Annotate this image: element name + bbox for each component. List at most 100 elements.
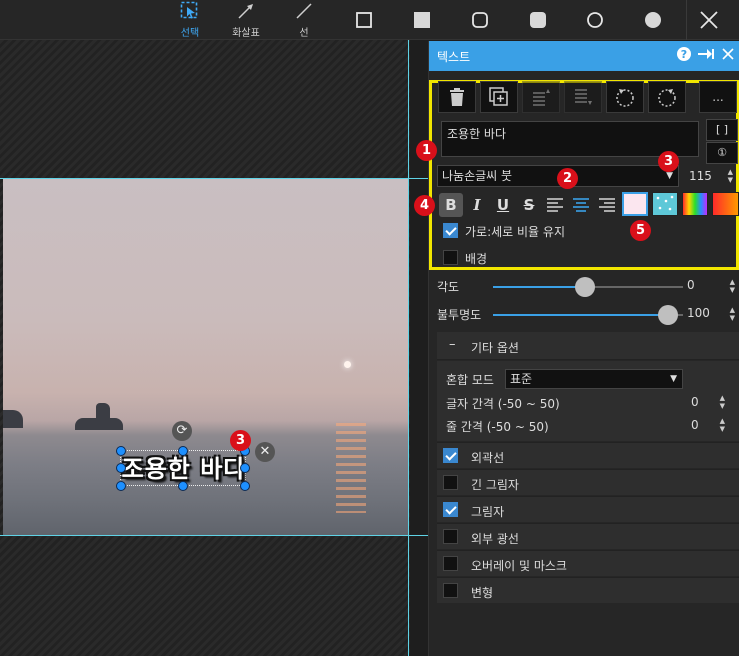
select-icon <box>180 1 198 19</box>
line-icon <box>296 3 312 19</box>
callout-badge: 2 <box>557 168 578 189</box>
tool-rounded-rectangle[interactable] <box>468 0 492 40</box>
tool-filled-rounded-rectangle[interactable] <box>526 0 550 40</box>
angle-value[interactable]: 0 <box>687 278 695 292</box>
send-backward-button[interactable] <box>564 81 602 113</box>
guide-line-right <box>408 40 409 656</box>
align-center-icon <box>573 198 589 212</box>
resize-handle[interactable] <box>178 481 188 491</box>
shadow-label: 그림자 <box>471 505 505 519</box>
angle-slider-fill <box>493 286 586 288</box>
orange-gradient-swatch[interactable] <box>712 192 739 216</box>
tool-line[interactable]: 선 <box>286 0 322 40</box>
overlay-mask-label: 오버레이 및 마스크 <box>471 559 567 573</box>
strikethrough-button[interactable]: S <box>517 193 541 217</box>
option-row-outline[interactable]: 외곽선 <box>437 442 739 468</box>
tool-ellipse[interactable] <box>583 0 607 40</box>
close-icon[interactable] <box>717 48 739 64</box>
rounded-rectangle-outline-icon <box>472 12 488 28</box>
resize-handle[interactable] <box>116 481 126 491</box>
overlay-mask-checkbox[interactable] <box>443 556 458 571</box>
align-right-button[interactable] <box>595 193 619 217</box>
bracket-button[interactable]: [ ] <box>706 119 738 141</box>
font-size-stepper[interactable]: 115 ▲ ▼ <box>687 165 735 187</box>
more-label: ... <box>712 90 724 104</box>
tool-filled-rectangle[interactable] <box>410 0 434 40</box>
more-button[interactable]: ... <box>699 81 737 113</box>
long-shadow-checkbox[interactable] <box>443 475 458 490</box>
option-row-outer-glow[interactable]: 외부 광선 <box>437 523 739 549</box>
align-center-button[interactable] <box>569 193 593 217</box>
angle-slider-knob[interactable] <box>575 277 595 297</box>
resize-handle[interactable] <box>240 481 250 491</box>
outline-label: 외곽선 <box>471 451 505 465</box>
callout-badge: 5 <box>630 220 651 241</box>
rotate-left-button[interactable] <box>606 81 644 113</box>
duplicate-button[interactable] <box>480 81 518 113</box>
resize-handle[interactable] <box>116 446 126 456</box>
help-icon[interactable]: ? <box>673 46 695 66</box>
delete-object-icon[interactable]: ✕ <box>255 442 275 462</box>
italic-button[interactable]: I <box>465 193 489 217</box>
guide-line-top <box>0 178 430 179</box>
rotate-right-button[interactable] <box>648 81 686 113</box>
line-spacing-spin-icon[interactable]: ▲ ▼ <box>720 417 725 433</box>
text-color-swatch[interactable] <box>622 192 648 216</box>
rainbow-gradient-swatch[interactable] <box>682 192 708 216</box>
keep-ratio-checkbox[interactable] <box>443 223 458 238</box>
rotate-handle-icon[interactable]: ⟳ <box>172 421 192 441</box>
underline-button[interactable]: U <box>491 193 515 217</box>
align-left-button[interactable] <box>543 193 567 217</box>
background-checkbox[interactable] <box>443 250 458 265</box>
other-options-header[interactable]: – 기타 옵션 <box>437 332 739 360</box>
circle-filled-icon <box>645 12 661 28</box>
transform-checkbox[interactable] <box>443 583 458 598</box>
rotate-right-icon <box>658 89 676 107</box>
shadow-checkbox[interactable] <box>443 502 458 517</box>
circle-outline-icon <box>587 12 603 28</box>
close-toolbar-button[interactable] <box>686 0 730 40</box>
align-left-icon <box>547 198 563 212</box>
pattern-fill-swatch[interactable] <box>652 192 678 216</box>
letter-spacing-value[interactable]: 0 <box>691 395 699 409</box>
spin-arrows-icon[interactable]: ▲ ▼ <box>728 168 733 184</box>
callout-badge: 4 <box>414 195 435 216</box>
letter-spacing-spin-icon[interactable]: ▲ ▼ <box>720 394 725 410</box>
bring-forward-button[interactable] <box>522 81 560 113</box>
outer-glow-checkbox[interactable] <box>443 529 458 544</box>
delete-button[interactable] <box>438 81 476 113</box>
panel-header: 텍스트 ? <box>429 41 739 71</box>
resize-handle[interactable] <box>178 446 188 456</box>
opacity-value[interactable]: 100 <box>687 306 710 320</box>
other-options-label: 기타 옵션 <box>471 341 519 355</box>
text-content-input[interactable]: 조용한 바다 <box>441 121 699 157</box>
background-label: 배경 <box>465 252 488 266</box>
pin-icon[interactable] <box>695 47 717 65</box>
resize-handle[interactable] <box>116 463 126 473</box>
tool-select-label: 선택 <box>180 28 200 39</box>
resize-handle[interactable] <box>240 463 250 473</box>
angle-spin-icon[interactable]: ▲ ▼ <box>730 278 735 294</box>
bring-forward-icon <box>533 89 550 106</box>
opacity-spin-icon[interactable]: ▲ ▼ <box>730 306 735 322</box>
option-row-transform[interactable]: 변형 <box>437 577 739 603</box>
tool-filled-ellipse[interactable] <box>641 0 665 40</box>
opacity-slider-knob[interactable] <box>658 305 678 325</box>
sun-reflection <box>336 423 366 513</box>
option-row-overlay-mask[interactable]: 오버레이 및 마스크 <box>437 550 739 576</box>
rounded-rectangle-filled-icon <box>530 12 546 28</box>
close-icon <box>699 11 718 29</box>
tool-arrow[interactable]: 화살표 <box>226 0 266 40</box>
line-spacing-value[interactable]: 0 <box>691 418 699 432</box>
bold-button[interactable]: B <box>439 193 463 217</box>
tool-rectangle[interactable] <box>352 0 376 40</box>
outline-checkbox[interactable] <box>443 448 458 463</box>
blend-mode-select[interactable]: 표준 ▼ <box>505 369 683 389</box>
tool-select[interactable]: 선택 <box>170 0 210 40</box>
angle-label: 각도 <box>437 280 460 294</box>
keep-ratio-label: 가로:세로 비율 유지 <box>465 225 565 239</box>
option-row-long-shadow[interactable]: 긴 그림자 <box>437 469 739 495</box>
opacity-slider-fill <box>493 314 669 316</box>
info-button[interactable]: ① <box>706 142 738 164</box>
option-row-shadow[interactable]: 그림자 <box>437 496 739 522</box>
